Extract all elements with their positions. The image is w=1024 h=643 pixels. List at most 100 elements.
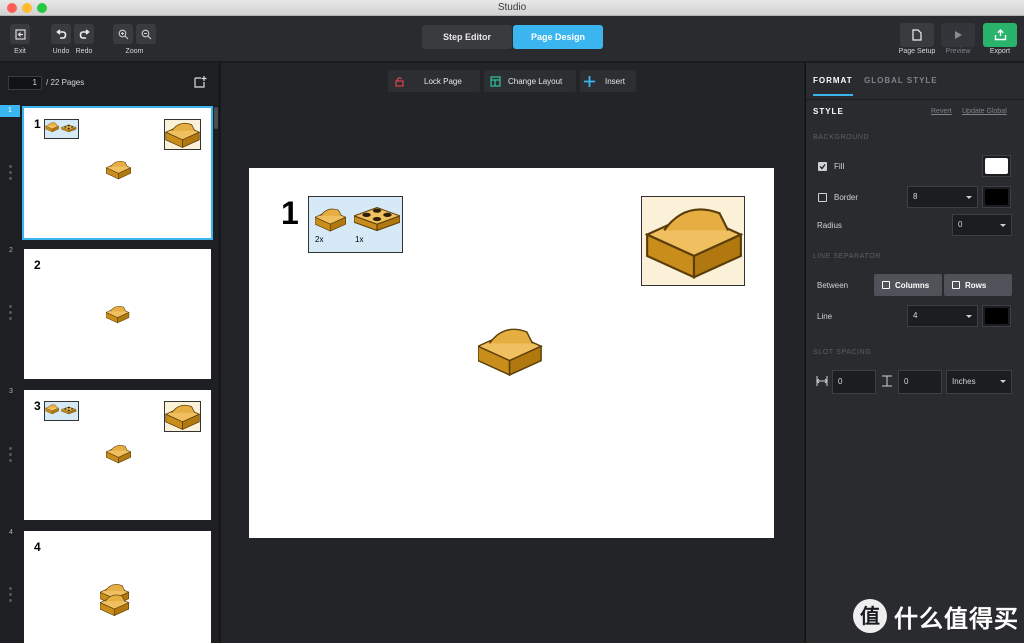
redo-label: Redo bbox=[75, 48, 93, 55]
page-icon bbox=[912, 29, 922, 41]
insert-button[interactable]: Insert bbox=[580, 70, 636, 92]
preview-label: Preview bbox=[945, 48, 971, 55]
part-quantity: 2x bbox=[315, 235, 324, 244]
vertical-spacing-icon bbox=[882, 375, 892, 387]
border-label: Border bbox=[834, 193, 859, 202]
zoom-out-button[interactable] bbox=[136, 24, 156, 44]
horizontal-spacing-input[interactable]: 0 bbox=[832, 370, 876, 394]
zoom-label: Zoom bbox=[125, 48, 144, 55]
exit-button[interactable] bbox=[10, 24, 30, 44]
page-thumbnail[interactable]: 2 bbox=[24, 249, 211, 379]
page-thumbnail-list: 1 1 2 2 3 3 4 4 bbox=[0, 103, 220, 643]
radius-value: 0 bbox=[958, 220, 963, 229]
thumbnail-parts-list bbox=[44, 401, 79, 421]
redo-icon bbox=[79, 28, 90, 39]
page-count-label: / 22 Pages bbox=[46, 78, 85, 87]
zhi-logo-icon: 值 bbox=[853, 599, 887, 633]
thumbnail-model-image bbox=[106, 444, 131, 464]
thumbnail-page-number: 1 bbox=[0, 105, 20, 117]
watermark: 值 什么值得买 bbox=[852, 598, 1019, 634]
instruction-page[interactable]: 1 2x 1x bbox=[249, 168, 774, 538]
change-layout-button[interactable]: Change Layout bbox=[484, 70, 576, 92]
watermark-text: 什么值得买 bbox=[894, 604, 1019, 633]
model-callout-image[interactable] bbox=[641, 196, 745, 286]
thumbnail-page-number: 3 bbox=[9, 388, 13, 395]
radius-select[interactable]: 0 bbox=[952, 214, 1012, 236]
zoom-in-button[interactable] bbox=[113, 24, 133, 44]
page-canvas-area: Lock Page Change Layout Insert 1 2x 1x bbox=[221, 63, 804, 643]
undo-button[interactable] bbox=[51, 24, 71, 44]
page-thumbnail[interactable]: 1 bbox=[22, 106, 213, 240]
step-model-image[interactable] bbox=[478, 325, 544, 379]
tab-global-style[interactable]: GLOBAL STYLE bbox=[864, 76, 938, 85]
add-page-icon bbox=[194, 76, 207, 88]
revert-link[interactable]: Revert bbox=[931, 108, 952, 115]
border-color-swatch[interactable] bbox=[982, 186, 1011, 208]
chevron-down-icon bbox=[1000, 224, 1006, 227]
line-width-select[interactable]: 4 bbox=[907, 305, 978, 327]
page-thumbnail[interactable]: 3 bbox=[24, 390, 211, 520]
lock-page-button[interactable]: Lock Page bbox=[388, 70, 480, 92]
unit-select[interactable]: Inches bbox=[946, 370, 1012, 394]
thumbnail-step-number: 3 bbox=[34, 399, 41, 413]
zoom-in-icon bbox=[118, 29, 128, 39]
tab-format[interactable]: FORMAT bbox=[813, 76, 853, 85]
border-checkbox[interactable] bbox=[818, 193, 827, 202]
slot-spacing-section-label: SLOT SPACING bbox=[813, 349, 872, 356]
page-setup-label: Page Setup bbox=[898, 48, 936, 55]
fill-color-swatch[interactable] bbox=[982, 155, 1011, 177]
rows-toggle[interactable]: Rows bbox=[944, 274, 1012, 296]
drag-handle-icon[interactable] bbox=[9, 165, 13, 183]
plate-2x2-icon bbox=[354, 207, 400, 231]
parts-list-callout[interactable]: 2x 1x bbox=[308, 196, 403, 253]
play-icon bbox=[954, 31, 962, 39]
export-button[interactable] bbox=[983, 23, 1017, 47]
page-thumbnail[interactable]: 4 bbox=[24, 531, 211, 643]
page-setup-button[interactable] bbox=[900, 23, 934, 47]
plus-icon bbox=[584, 75, 595, 87]
fill-checkbox[interactable] bbox=[818, 162, 827, 171]
add-page-button[interactable] bbox=[193, 75, 207, 94]
tab-step-editor[interactable]: Step Editor bbox=[422, 25, 512, 49]
current-page-input[interactable]: 1 bbox=[8, 76, 42, 90]
exit-label: Exit bbox=[14, 48, 26, 55]
chevron-down-icon bbox=[966, 196, 972, 199]
update-global-link[interactable]: Update Global bbox=[962, 108, 1007, 115]
line-width-value: 4 bbox=[913, 311, 918, 320]
checkmark-icon bbox=[819, 164, 826, 170]
undo-label: Undo bbox=[52, 48, 70, 55]
vertical-spacing-input[interactable]: 0 bbox=[898, 370, 942, 394]
redo-button[interactable] bbox=[74, 24, 94, 44]
part-quantity: 1x bbox=[355, 235, 364, 244]
thumbnail-step-number: 1 bbox=[34, 117, 41, 131]
thumbnail-parts-list bbox=[44, 119, 79, 139]
main-toolbar: Exit Undo Redo Zoom Step Editor Page Des… bbox=[0, 16, 1024, 62]
drag-handle-icon[interactable] bbox=[9, 305, 13, 323]
pages-panel: 1 / 22 Pages 1 1 2 2 3 3 4 4 bbox=[0, 63, 220, 643]
format-panel: FORMAT GLOBAL STYLE STYLE Revert Update … bbox=[805, 63, 1024, 643]
tab-page-design[interactable]: Page Design bbox=[513, 25, 603, 49]
insert-label: Insert bbox=[605, 76, 626, 86]
window-title: Studio bbox=[497, 2, 527, 13]
line-color-swatch[interactable] bbox=[982, 305, 1011, 327]
unit-value: Inches bbox=[952, 377, 976, 386]
line-label: Line bbox=[817, 312, 833, 321]
title-bar: Studio bbox=[0, 0, 1024, 16]
drag-handle-icon[interactable] bbox=[9, 587, 13, 605]
change-layout-label: Change Layout bbox=[508, 76, 563, 86]
background-section-label: BACKGROUND bbox=[813, 134, 870, 141]
preview-button[interactable] bbox=[941, 23, 975, 47]
checkbox-icon bbox=[952, 281, 960, 289]
chevron-down-icon bbox=[1000, 380, 1006, 383]
thumbnail-scrollbar[interactable] bbox=[214, 107, 218, 129]
line-separator-section-label: LINE SEPARATOR bbox=[813, 253, 881, 260]
columns-toggle[interactable]: Columns bbox=[874, 274, 942, 296]
drag-handle-icon[interactable] bbox=[9, 447, 13, 465]
thumbnail-step-number: 4 bbox=[34, 540, 41, 554]
thumbnail-page-number: 2 bbox=[9, 247, 13, 254]
border-width-select[interactable]: 8 bbox=[907, 186, 978, 208]
slope-brick-icon bbox=[315, 208, 346, 232]
radius-label: Radius bbox=[817, 221, 842, 230]
export-label: Export bbox=[989, 48, 1011, 55]
fill-label: Fill bbox=[834, 162, 845, 171]
